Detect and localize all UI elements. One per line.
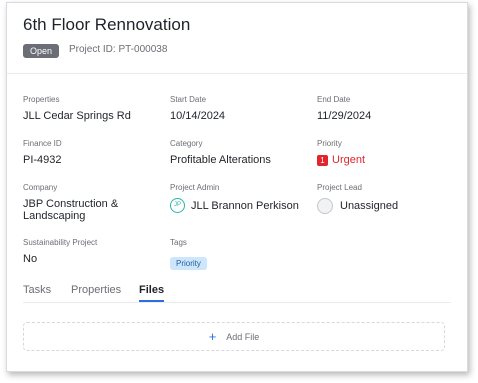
- field-project-lead: Project Lead Unassigned: [317, 183, 398, 214]
- page-title: 6th Floor Rennovation: [23, 15, 191, 34]
- project-id: Project ID: PT-000038: [69, 44, 168, 55]
- tab-tasks[interactable]: Tasks: [23, 284, 51, 300]
- tag-chip[interactable]: Priority: [170, 257, 207, 270]
- field-label: Properties: [23, 95, 60, 104]
- start-date-value: 10/14/2024: [170, 110, 226, 122]
- plus-icon: +: [208, 329, 217, 344]
- finance-id-value: PI-4932: [23, 154, 62, 166]
- field-end-date: End Date 11/29/2024: [317, 95, 371, 122]
- project-panel: 6th Floor Rennovation Open Project ID: P…: [6, 2, 468, 372]
- priority-value[interactable]: 1 Urgent: [317, 154, 365, 166]
- priority-label: Urgent: [332, 154, 366, 166]
- field-priority: Priority 1 Urgent: [317, 139, 365, 166]
- tab-files[interactable]: Files: [139, 284, 165, 302]
- project-admin-user[interactable]: JP JLL Brannon Perkison: [170, 198, 299, 213]
- field-sustainability: Sustainability Project No: [23, 238, 97, 265]
- field-label: Category: [170, 139, 203, 148]
- project-lead-name: Unassigned: [340, 200, 399, 212]
- field-project-admin: Project Admin JP JLL Brannon Perkison: [170, 183, 299, 213]
- field-label: Tags: [170, 238, 187, 247]
- sustainability-value: No: [23, 253, 38, 265]
- project-header: 6th Floor Rennovation Open Project ID: P…: [7, 3, 467, 74]
- category-value: Profitable Alterations: [170, 154, 271, 166]
- tab-bar: Tasks Properties Files: [23, 284, 451, 303]
- status-badge: Open: [23, 44, 60, 58]
- tab-properties[interactable]: Properties: [71, 284, 121, 300]
- field-company: Company JBP Construction & Landscaping: [23, 183, 153, 222]
- field-label: End Date: [317, 95, 351, 104]
- field-category: Category Profitable Alterations: [170, 139, 271, 166]
- field-label: Project Admin: [170, 183, 220, 192]
- field-label: Company: [23, 183, 58, 192]
- project-lead-user[interactable]: Unassigned: [317, 198, 398, 214]
- field-label: Priority: [317, 139, 342, 148]
- empty-avatar-icon: [317, 198, 333, 214]
- field-label: Project Lead: [317, 183, 362, 192]
- properties-value: JLL Cedar Springs Rd: [23, 110, 131, 122]
- field-properties: Properties JLL Cedar Springs Rd: [23, 95, 131, 122]
- add-file-button[interactable]: + Add File: [23, 322, 445, 351]
- priority-level-badge: 1: [317, 154, 328, 166]
- add-file-label: Add File: [226, 331, 260, 342]
- end-date-value: 11/29/2024: [317, 110, 372, 122]
- company-value: JBP Construction & Landscaping: [23, 198, 119, 222]
- field-finance-id: Finance ID PI-4932: [23, 139, 62, 166]
- field-label: Start Date: [170, 95, 207, 104]
- field-tags: Tags Priority: [170, 238, 207, 271]
- field-start-date: Start Date 10/14/2024: [170, 95, 225, 122]
- field-label: Finance ID: [23, 139, 62, 148]
- project-admin-name: JLL Brannon Perkison: [191, 199, 299, 212]
- field-label: Sustainability Project: [23, 238, 98, 247]
- avatar: JP: [170, 198, 185, 213]
